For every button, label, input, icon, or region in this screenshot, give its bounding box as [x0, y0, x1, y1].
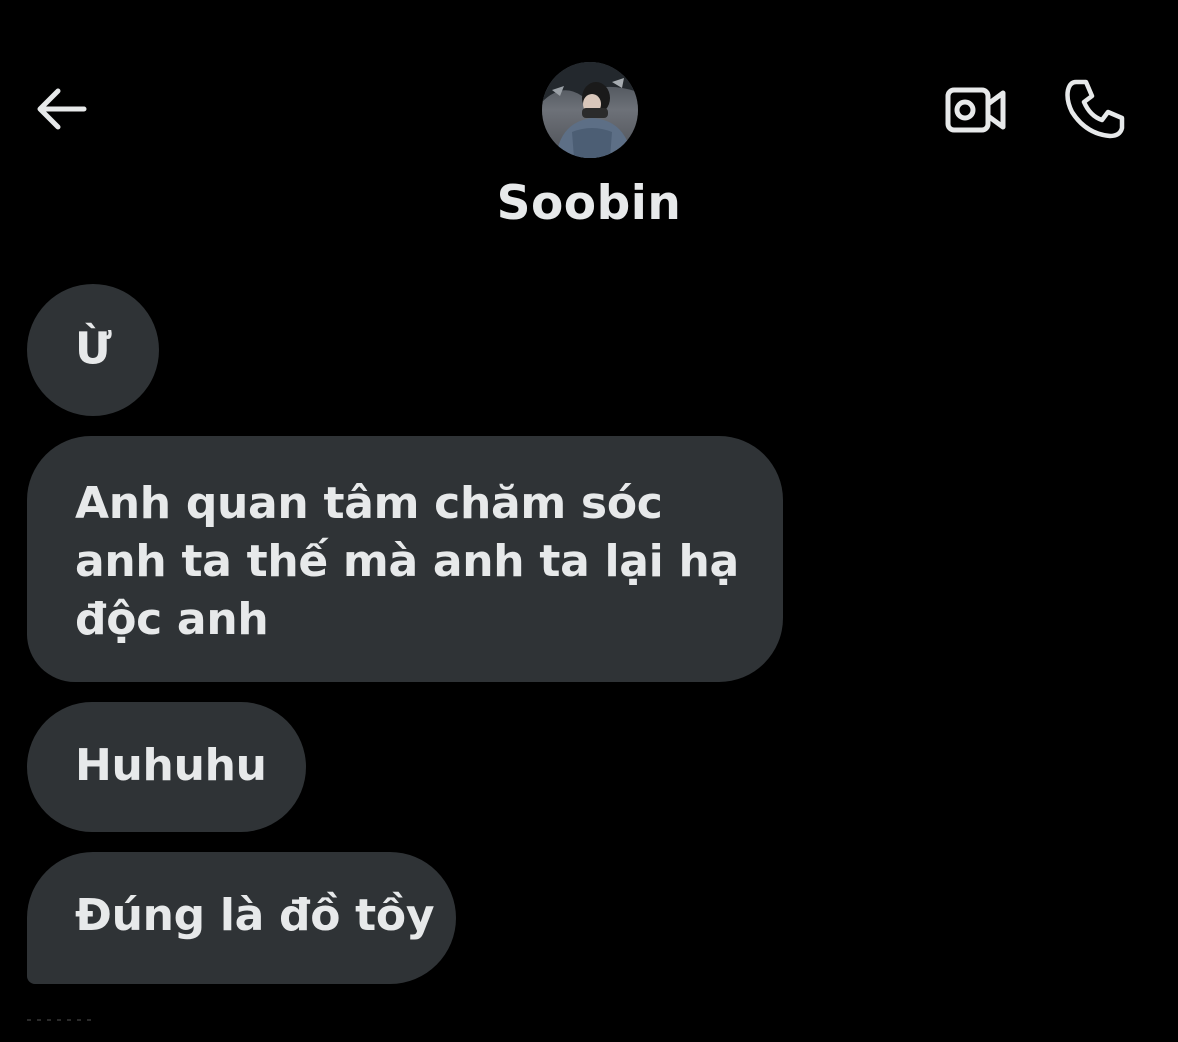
message-bubble[interactable]: Đúng là đồ tồy [27, 852, 456, 984]
contact-name: Soobin [496, 176, 682, 231]
avatar[interactable] [542, 62, 638, 158]
back-button[interactable] [28, 76, 94, 142]
phone-icon [1065, 79, 1125, 139]
phone-call-button[interactable] [1058, 72, 1132, 146]
video-call-button[interactable] [940, 78, 1012, 142]
message-list: Ừ Anh quan tâm chăm sóc anh ta thế mà an… [27, 284, 827, 1004]
message-bubble[interactable]: Huhuhu [27, 702, 306, 832]
divider-dots [27, 1006, 147, 1026]
message-bubble[interactable]: Ừ [27, 284, 159, 416]
video-camera-icon [945, 87, 1006, 133]
message-bubble[interactable]: Anh quan tâm chăm sóc anh ta thế mà anh … [27, 436, 783, 682]
chat-header: Soobin [0, 0, 1178, 260]
profile-photo [542, 62, 638, 158]
arrow-left-icon [37, 88, 87, 130]
